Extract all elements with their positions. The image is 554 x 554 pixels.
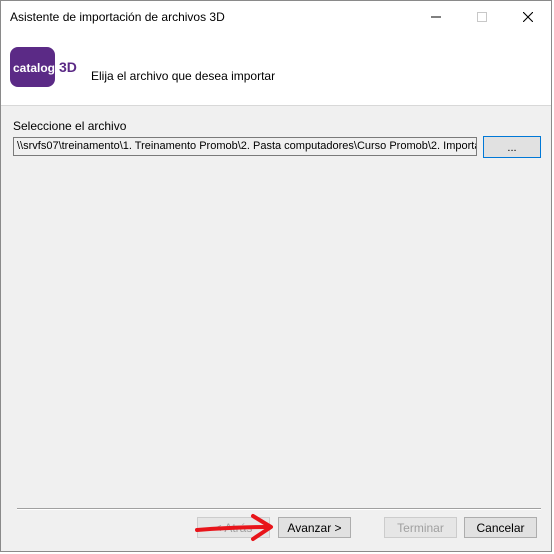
maximize-button	[459, 1, 505, 33]
window-title: Asistente de importación de archivos 3D	[10, 10, 225, 24]
title-bar[interactable]: Asistente de importación de archivos 3D	[1, 1, 551, 33]
file-path-field[interactable]: \\srvfs07\treinamento\1. Treinamento Pro…	[13, 137, 477, 156]
logo-3d: 3D	[59, 59, 77, 75]
back-button[interactable]: < Atrás	[197, 517, 270, 538]
minimize-button[interactable]	[413, 1, 459, 33]
wizard-content: Seleccione el archivo \\srvfs07\treiname…	[1, 106, 551, 551]
maximize-icon	[477, 12, 487, 22]
browse-button[interactable]: ...	[483, 136, 541, 158]
instruction-text: Elija el archivo que desea importar	[91, 69, 276, 83]
close-button[interactable]	[505, 1, 551, 33]
cancel-button[interactable]: Cancelar	[464, 517, 537, 538]
finish-button[interactable]: Terminar	[384, 517, 457, 538]
close-icon	[523, 12, 533, 22]
next-button[interactable]: Avanzar >	[278, 517, 351, 538]
wizard-header: catalog 3D Elija el archivo que desea im…	[1, 33, 551, 106]
footer-separator	[17, 508, 541, 510]
file-select-label: Seleccione el archivo	[13, 119, 127, 133]
catalog3d-logo: catalog 3D	[10, 47, 77, 87]
import-wizard-window: Asistente de importación de archivos 3D …	[0, 0, 552, 552]
logo-word: catalog	[13, 61, 55, 75]
minimize-icon	[431, 16, 441, 18]
